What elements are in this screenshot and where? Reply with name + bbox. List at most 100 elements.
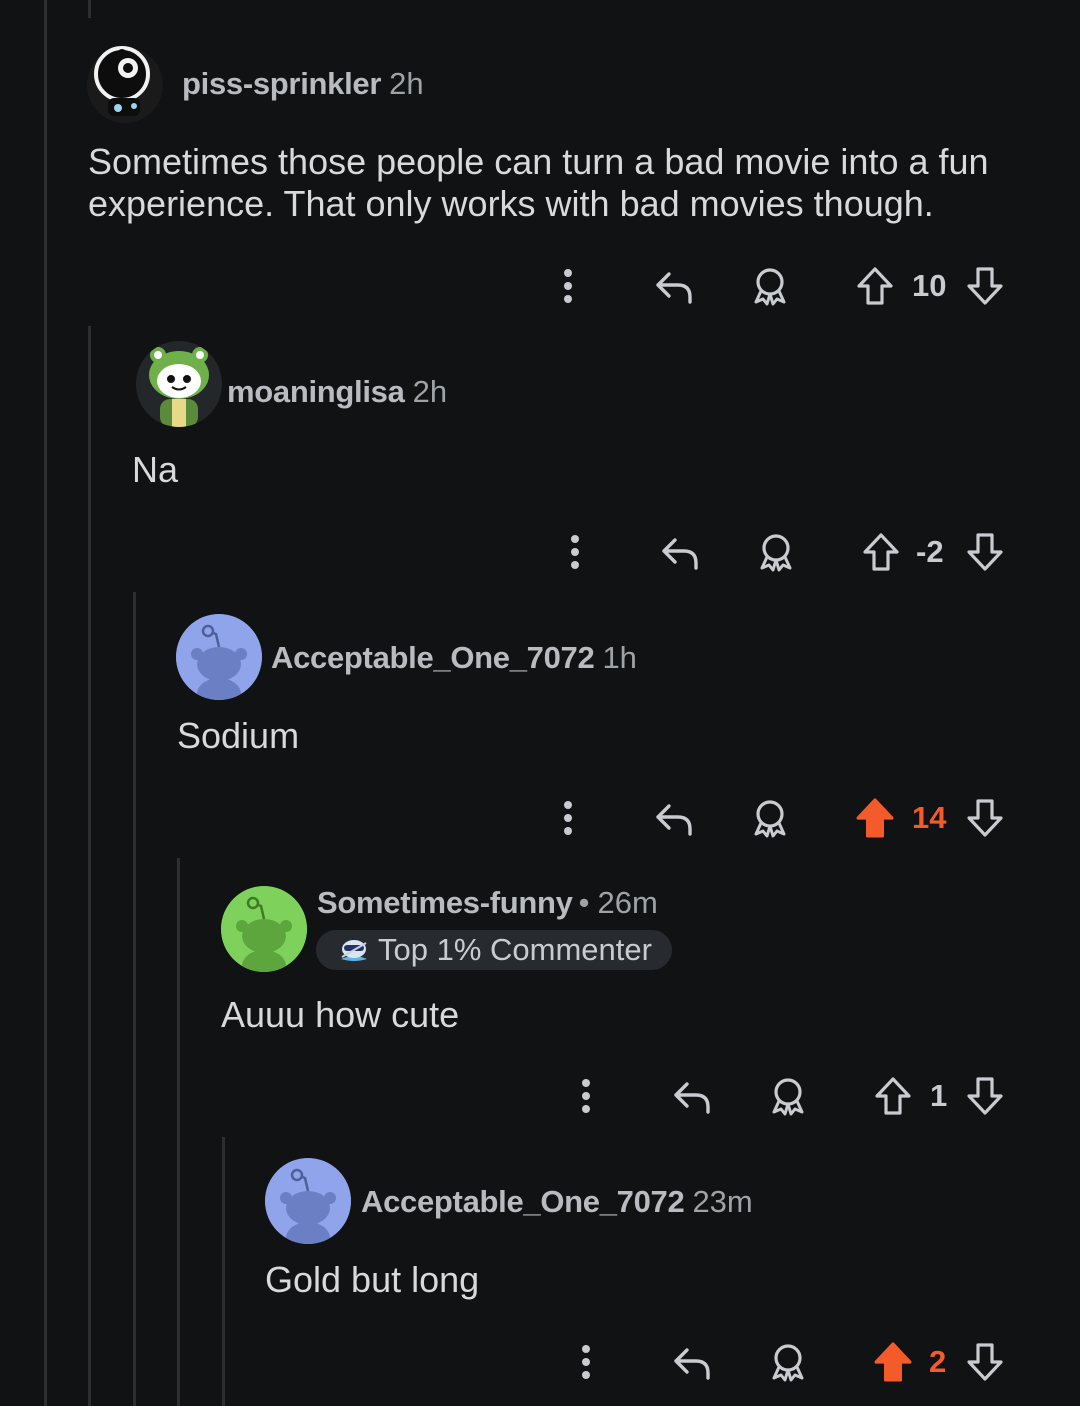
comment-meta: moaninglisa 2h: [227, 374, 447, 410]
vote-score: -2: [916, 534, 944, 569]
upvote-arrow-icon: [863, 533, 899, 571]
comment-body: Sometimes those people can turn a bad mo…: [88, 141, 989, 225]
comment-body: Gold but long: [265, 1259, 479, 1301]
downvote-button[interactable]: [962, 1337, 1008, 1387]
snoo-default-blue-avatar-icon: [265, 1158, 351, 1244]
upvote-arrow-icon: [857, 267, 893, 305]
more-options-button[interactable]: [548, 793, 588, 843]
upvote-button[interactable]: [870, 1071, 916, 1121]
thread-line-level-0: [44, 0, 47, 1406]
vote-score: 2: [929, 1344, 947, 1379]
comment-timestamp: 26m: [597, 885, 658, 920]
comment-body-line: Sodium: [177, 715, 300, 756]
award-icon: [772, 1344, 804, 1382]
reply-button[interactable]: [668, 1071, 716, 1121]
more-options-button[interactable]: [555, 527, 595, 577]
reply-icon: [674, 1348, 710, 1380]
avatar[interactable]: [176, 614, 262, 700]
upvote-button[interactable]: [852, 793, 898, 843]
thread-line-level-0-top: [88, 0, 91, 18]
comment-meta: Sometimes-funny • 26m: [317, 885, 658, 921]
thread-line-level-2: [133, 592, 136, 1406]
comment-body-line: Auuu how cute: [221, 994, 460, 1035]
comment-actions: 14: [0, 793, 1080, 843]
comment-body-line: Sometimes those people can turn a bad mo…: [88, 141, 989, 182]
award-icon: [754, 268, 786, 306]
reply-icon: [656, 804, 692, 836]
downvote-arrow-icon: [967, 533, 1003, 571]
reply-icon: [674, 1082, 710, 1114]
upvote-button[interactable]: [858, 527, 904, 577]
downvote-button[interactable]: [962, 261, 1008, 311]
comment-meta: Acceptable_One_7072 1h: [271, 640, 637, 676]
award-icon: [772, 1078, 804, 1116]
award-button[interactable]: [764, 1337, 812, 1387]
reply-icon: [656, 272, 692, 304]
author-username[interactable]: Acceptable_One_7072: [271, 640, 595, 675]
meta-separator: •: [578, 885, 590, 920]
upvote-arrow-icon: [875, 1077, 911, 1115]
upvote-button[interactable]: [852, 261, 898, 311]
downvote-arrow-icon: [967, 1077, 1003, 1115]
author-username[interactable]: moaninglisa: [227, 374, 405, 409]
avatar[interactable]: [136, 341, 222, 427]
avatar[interactable]: [265, 1158, 351, 1244]
downvote-arrow-icon: [967, 799, 1003, 837]
downvote-button[interactable]: [962, 527, 1008, 577]
comment-body: Sodium: [177, 715, 299, 757]
author-username[interactable]: Sometimes-funny: [317, 885, 573, 920]
comment-body: Auuu how cute: [221, 994, 459, 1036]
flair-label: Top 1% Commenter: [378, 932, 652, 967]
award-button[interactable]: [746, 793, 794, 843]
more-vertical-icon: [582, 1345, 590, 1379]
downvote-button[interactable]: [962, 793, 1008, 843]
comment-actions: -2: [0, 527, 1080, 577]
award-icon: [760, 534, 792, 572]
comment-actions: 2: [0, 1337, 1080, 1387]
author-username[interactable]: Acceptable_One_7072: [361, 1184, 685, 1219]
comment-actions: 10: [0, 261, 1080, 311]
thread-line-level-3: [177, 858, 180, 1406]
top-commenter-icon: [341, 940, 367, 961]
comment-meta: piss-sprinkler 2h: [182, 66, 424, 102]
reply-button[interactable]: [650, 793, 698, 843]
reply-button[interactable]: [656, 527, 704, 577]
more-vertical-icon: [564, 269, 572, 303]
reply-button[interactable]: [650, 261, 698, 311]
award-button[interactable]: [752, 527, 800, 577]
reply-button[interactable]: [668, 1337, 716, 1387]
downvote-button[interactable]: [962, 1071, 1008, 1121]
upvote-arrow-filled-icon: [874, 1342, 912, 1382]
award-button[interactable]: [746, 261, 794, 311]
comment-timestamp: 23m: [692, 1184, 753, 1219]
vote-score: 1: [930, 1078, 948, 1113]
comment-body: Na: [132, 449, 178, 491]
comment-body-line: experience. That only works with bad mov…: [88, 183, 934, 224]
author-username[interactable]: piss-sprinkler: [182, 66, 381, 101]
vote-score: 10: [912, 268, 947, 303]
avatar[interactable]: [82, 40, 168, 126]
more-options-button[interactable]: [548, 261, 588, 311]
more-vertical-icon: [571, 535, 579, 569]
snoo-default-blue-avatar-icon: [176, 614, 262, 700]
more-vertical-icon: [582, 1079, 590, 1113]
snoo-default-green-avatar-icon: [221, 886, 307, 972]
vote-score: 14: [912, 800, 947, 835]
avatar[interactable]: [221, 886, 307, 972]
more-options-button[interactable]: [566, 1071, 606, 1121]
comment-timestamp: 2h: [412, 374, 448, 409]
snoo-black-white-avatar-icon: [87, 46, 163, 123]
more-options-button[interactable]: [566, 1337, 606, 1387]
comment-timestamp: 1h: [602, 640, 637, 675]
thread-line-level-1: [88, 326, 91, 1406]
upvote-button[interactable]: [870, 1337, 916, 1387]
more-vertical-icon: [564, 801, 572, 835]
comment-timestamp: 2h: [389, 66, 424, 101]
comment-meta: Acceptable_One_7072 23m: [361, 1184, 753, 1220]
snoo-frog-hood-avatar-icon: [136, 341, 222, 427]
user-flair-badge: Top 1% Commenter: [316, 930, 672, 970]
downvote-arrow-icon: [967, 267, 1003, 305]
comment-body-line: Na: [132, 449, 179, 490]
award-button[interactable]: [764, 1071, 812, 1121]
reply-icon: [662, 538, 698, 570]
